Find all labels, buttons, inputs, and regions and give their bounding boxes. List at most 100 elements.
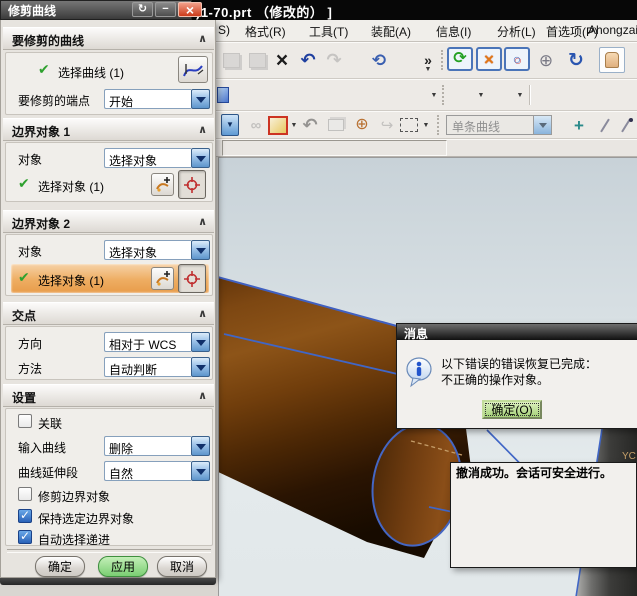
selection-filter-icon[interactable] [267,114,289,136]
rotate-view-icon[interactable] [563,47,589,73]
dialog-minimize-button[interactable] [155,2,176,17]
group-header-curves[interactable]: 要修剪的曲线 [3,27,214,50]
associative-label: 关联 [38,417,63,431]
snap-hook-icon [376,114,398,136]
group-header-settings[interactable]: 设置 [3,384,214,407]
direction-dropdown[interactable]: 相对于 WCS [104,332,210,352]
datum-caret-icon[interactable] [514,82,526,108]
menu-item-insert-partial[interactable]: S) [218,23,230,37]
primitive-caret-icon[interactable] [428,82,440,108]
delete-icon[interactable] [269,47,295,73]
collapse-icon[interactable] [198,123,207,136]
move-component-icon[interactable] [568,114,590,136]
curve-rule-caret-icon[interactable] [533,116,551,134]
chevron-down-icon[interactable] [191,436,210,456]
refresh-view-icon[interactable] [447,47,473,71]
group-header-boundary1[interactable]: 边界对象 1 [3,118,214,141]
endpoint-value: 开始 [104,89,191,109]
zoom-in-out-icon[interactable] [533,47,559,73]
menu-item-tools[interactable]: 工具(T) [309,23,348,40]
select-curve-label: 选择曲线 (1) [58,66,125,80]
group-header-boundary2[interactable]: 边界对象 2 [3,210,214,233]
toolbar-grip[interactable] [441,50,444,70]
check-icon [38,61,50,78]
message-text-line1: 以下错误的错误恢复已完成： [441,357,598,371]
group-header-intersection[interactable]: 交点 [3,302,214,325]
message-dialog-titlebar[interactable]: 消息 [397,324,637,341]
chevron-down-icon[interactable] [191,148,210,168]
keep-boundary-checkbox[interactable] [18,508,32,523]
ok-button[interactable]: 确定 [35,556,85,577]
filter-caret-icon[interactable] [289,114,299,136]
line-point-icon[interactable] [615,114,637,136]
boundary2-object-value: 选择对象 [104,240,191,260]
method-dropdown[interactable]: 自动判断 [104,357,210,377]
menu-item-user[interactable]: Ahongzai [588,23,637,37]
paste-icon [218,47,244,73]
zoom-window-icon[interactable] [504,47,530,71]
snap-undo-icon [299,114,321,136]
auto-select-checkbox[interactable] [18,529,32,544]
check-icon [18,175,30,192]
chevron-down-icon[interactable] [191,89,210,109]
input-curve-dropdown[interactable]: 删除 [104,436,210,456]
chevron-down-icon[interactable] [191,357,210,377]
boundary1-object-dropdown[interactable]: 选择对象 [104,148,210,168]
curve-icon [183,63,204,76]
direction-value: 相对于 WCS [104,332,191,352]
boundary2-object-dropdown[interactable]: 选择对象 [104,240,210,260]
intersection-panel: 方向 相对于 WCS 方法 自动判断 [5,326,213,380]
chevron-down-icon[interactable] [191,240,210,260]
message-ok-button[interactable]: 确定(O) [482,400,542,419]
dialog-close-button[interactable] [178,2,202,17]
undo-icon[interactable] [295,47,321,73]
curves-panel: 选择曲线 (1) 要修剪的端点 开始 [5,52,213,115]
toolbar-grip[interactable] [437,115,440,135]
collapse-icon[interactable] [198,32,207,45]
add-curve-button[interactable] [151,173,174,196]
status-message: 撤消成功。会话可安全进行。 [456,466,613,480]
axis-label-yc: YC [622,451,636,462]
apply-button[interactable]: 应用 [98,556,148,577]
add-curve-button[interactable] [151,267,174,290]
pan-view-icon[interactable] [599,47,625,73]
menu-item-assemblies[interactable]: 装配(A) [371,23,411,40]
boundary2-select-label: 选择对象 (1) [38,274,105,288]
chevron-down-icon[interactable] [191,461,210,481]
collapse-icon[interactable] [198,307,207,320]
extension-dropdown[interactable]: 自然 [104,461,210,481]
collapse-icon[interactable] [198,215,207,228]
view-dropdown-icon[interactable] [221,114,239,136]
marquee-caret-icon[interactable] [421,114,431,136]
dialog-reset-button[interactable] [132,2,153,17]
select-curve-button[interactable] [178,56,208,83]
message-text-line2: 不正确的操作对象。 [441,373,550,387]
orient-view-icon[interactable] [366,47,392,73]
input-curve-label: 输入曲线 [18,441,67,455]
endpoint-dropdown[interactable]: 开始 [104,89,210,109]
collapse-icon[interactable] [198,389,207,402]
fit-view-icon[interactable] [476,47,502,71]
menu-item-analysis[interactable]: 分析(L) [497,23,536,40]
keep-boundary-label: 保持选定边界对象 [38,512,135,526]
menu-item-format[interactable]: 格式(R) [245,23,286,40]
trim-dialog-body: 要修剪的曲线 选择曲线 (1) 要修剪的端点 开始 [0,20,216,578]
direction-label: 方向 [18,337,43,351]
associative-checkbox[interactable] [18,414,32,428]
toolbar-grip[interactable] [442,85,445,105]
dialog-resize-bar[interactable] [0,578,216,585]
boolean-caret-icon[interactable] [475,82,487,108]
cancel-button[interactable]: 取消 [157,556,207,577]
trim-boundary-checkbox[interactable] [18,487,32,501]
feature-icon-partial[interactable] [216,82,230,108]
menu-item-information[interactable]: 信息(I) [436,23,471,40]
toolbar-overflow-caret-icon[interactable] [420,64,436,74]
copy-icon [244,47,270,73]
specify-point-button[interactable] [178,264,206,293]
marquee-select-icon[interactable] [398,114,420,136]
chevron-down-icon[interactable] [191,332,210,352]
curve-rule-combo[interactable]: 单条曲线 [446,115,552,135]
line-icon[interactable] [594,114,616,136]
snap-point-icon[interactable] [351,114,373,136]
specify-point-button[interactable] [178,170,206,199]
